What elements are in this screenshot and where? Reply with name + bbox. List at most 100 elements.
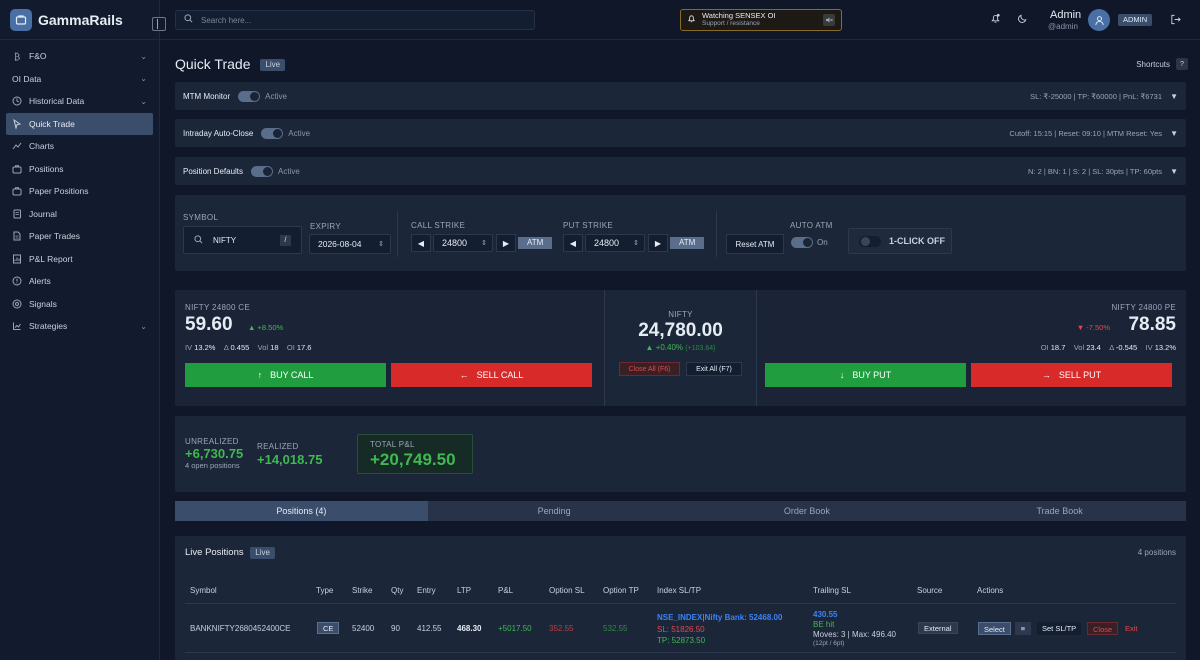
mute-icon[interactable] bbox=[823, 14, 835, 26]
shortcuts-button[interactable]: Shortcuts ? bbox=[1136, 58, 1188, 70]
sidebar-item-strategies[interactable]: Strategies ⌄ bbox=[0, 315, 159, 338]
sidebar-item-signals[interactable]: Signals bbox=[0, 293, 159, 316]
notification-bell-icon[interactable] bbox=[990, 13, 1002, 25]
sidebar-item-journal[interactable]: Journal bbox=[0, 203, 159, 226]
sidebar-item-label: Journal bbox=[29, 208, 57, 219]
expiry-select[interactable]: 2026-08-04 ⇕ bbox=[309, 234, 391, 254]
put-strike-input[interactable]: 24800 ⇕ bbox=[585, 234, 645, 252]
page-title: Quick Trade Live bbox=[175, 56, 286, 72]
row-symbol: BANKNIFTY2680452400CE bbox=[190, 624, 291, 633]
logo-icon bbox=[10, 8, 32, 31]
column-header[interactable]: Type bbox=[316, 586, 333, 595]
one-click-toggle-button[interactable]: 1-CLICK OFF bbox=[848, 228, 952, 254]
strategy-icon bbox=[12, 321, 22, 331]
auto-atm-toggle[interactable] bbox=[791, 237, 813, 248]
svg-text:₿: ₿ bbox=[14, 52, 20, 61]
tab-trade-book[interactable]: Trade Book bbox=[933, 501, 1186, 521]
sell-put-button[interactable]: → SELL PUT bbox=[971, 363, 1172, 387]
sidebar-item-pnl-report[interactable]: P&L Report bbox=[0, 248, 159, 271]
buy-put-button[interactable]: ↓ BUY PUT bbox=[765, 363, 966, 387]
moon-icon[interactable] bbox=[1017, 13, 1029, 25]
avatar[interactable] bbox=[1088, 9, 1110, 31]
briefcase-icon bbox=[12, 186, 22, 196]
logout-icon[interactable] bbox=[1170, 14, 1182, 26]
sidebar-item-label: Historical Data bbox=[29, 96, 85, 107]
sidebar-item-fno[interactable]: ₿ F&O ⌄ bbox=[0, 45, 159, 68]
sell-call-button[interactable]: ← SELL CALL bbox=[391, 363, 592, 387]
sidebar: GammaRails ₿ F&O ⌄ OI Data ⌄ Historical … bbox=[0, 0, 160, 660]
filter-icon[interactable]: ≡ bbox=[1015, 622, 1031, 635]
exit-all-button[interactable]: Exit All (F7) bbox=[686, 362, 742, 376]
expand-icon[interactable]: ▼ bbox=[1170, 129, 1178, 138]
column-header[interactable]: Strike bbox=[352, 586, 372, 595]
signal-icon bbox=[12, 299, 22, 309]
column-header[interactable]: Option TP bbox=[603, 586, 639, 595]
sidebar-toggle-icon[interactable] bbox=[152, 17, 166, 31]
updown-icon: ⇕ bbox=[633, 240, 639, 247]
column-header[interactable]: Source bbox=[917, 586, 942, 595]
column-header[interactable]: Qty bbox=[391, 586, 403, 595]
put-greeks: OI 18.7 Vol 23.4 Δ -0.545 IV 13.2% bbox=[1041, 343, 1176, 352]
set-sltp-button[interactable]: Set SL/TP bbox=[1037, 622, 1082, 635]
put-strike-increase-button[interactable]: ▶ bbox=[648, 234, 668, 252]
column-header[interactable]: P&L bbox=[498, 586, 513, 595]
exit-position-button[interactable]: Exit bbox=[1120, 622, 1143, 635]
mtm-monitor-strip[interactable]: MTM Monitor Active SL: ₹-25000 | TP: ₹60… bbox=[175, 82, 1186, 110]
arrow-left-icon: ← bbox=[459, 370, 469, 380]
close-position-button[interactable]: Close bbox=[1087, 622, 1119, 635]
position-defaults-toggle[interactable] bbox=[251, 165, 274, 177]
expand-icon[interactable]: ▼ bbox=[1170, 92, 1178, 101]
column-header[interactable]: Symbol bbox=[190, 586, 217, 595]
intraday-auto-close-strip[interactable]: Intraday Auto-Close Active Cutoff: 15:15… bbox=[175, 119, 1186, 147]
select-button[interactable]: Select bbox=[978, 622, 1011, 635]
sidebar-item-quick-trade[interactable]: Quick Trade bbox=[6, 112, 153, 135]
sell-put-label: SELL PUT bbox=[1058, 370, 1102, 380]
call-strike-increase-button[interactable]: ▶ bbox=[496, 234, 516, 252]
sidebar-item-paper-positions[interactable]: Paper Positions bbox=[0, 180, 159, 203]
expand-icon[interactable]: ▼ bbox=[1170, 167, 1178, 176]
sidebar-item-oi-data[interactable]: OI Data ⌄ bbox=[0, 68, 159, 91]
symbol-input[interactable]: NIFTY / bbox=[183, 226, 302, 254]
logo[interactable]: GammaRails bbox=[0, 0, 159, 40]
put-atm-button[interactable]: ATM bbox=[670, 237, 705, 249]
sidebar-item-historical-data[interactable]: Historical Data ⌄ bbox=[0, 90, 159, 113]
call-oi-label: OI bbox=[286, 343, 295, 352]
call-iv-label: IV bbox=[185, 343, 193, 352]
put-strike-label: PUT STRIKE bbox=[563, 221, 613, 230]
call-strike-decrease-button[interactable]: ◀ bbox=[411, 234, 431, 252]
put-change: ▼ -7.50% bbox=[1076, 323, 1110, 332]
mtm-monitor-toggle[interactable] bbox=[238, 90, 261, 102]
user-handle: @admin bbox=[1048, 22, 1078, 31]
call-change: ▲ +8.50% bbox=[248, 323, 284, 332]
column-header[interactable]: Option SL bbox=[549, 586, 585, 595]
tab-pending[interactable]: Pending bbox=[428, 501, 681, 521]
put-strike-decrease-button[interactable]: ◀ bbox=[563, 234, 583, 252]
buy-call-button[interactable]: ↑ BUY CALL bbox=[185, 363, 386, 387]
sidebar-item-paper-trades[interactable]: Paper Trades bbox=[0, 225, 159, 248]
call-atm-button[interactable]: ATM bbox=[518, 237, 553, 249]
column-header[interactable]: Actions bbox=[977, 586, 1003, 595]
column-header[interactable]: LTP bbox=[457, 586, 471, 595]
position-defaults-strip[interactable]: Position Defaults Active N: 2 | BN: 1 | … bbox=[175, 157, 1186, 185]
one-click-toggle bbox=[859, 235, 881, 247]
tab-positions[interactable]: Positions (4) bbox=[175, 501, 428, 521]
reset-atm-button[interactable]: Reset ATM bbox=[726, 234, 784, 254]
column-header[interactable]: Trailing SL bbox=[813, 586, 851, 595]
call-strike-input[interactable]: 24800 ⇕ bbox=[433, 234, 493, 252]
tab-order-book[interactable]: Order Book bbox=[681, 501, 934, 521]
column-header[interactable]: Index SL/TP bbox=[657, 586, 701, 595]
close-all-button[interactable]: Close All (F6) bbox=[619, 362, 680, 376]
put-delta-label: Δ bbox=[1109, 343, 1114, 352]
shortcuts-label: Shortcuts bbox=[1136, 59, 1170, 69]
search-icon bbox=[184, 14, 193, 26]
strip-label: Position Defaults bbox=[183, 166, 244, 176]
watch-notification[interactable]: Watching SENSEX OI Support / resistance bbox=[680, 9, 842, 31]
top-bar: Watching SENSEX OI Support / resistance … bbox=[152, 0, 1200, 40]
sidebar-item-alerts[interactable]: Alerts bbox=[0, 270, 159, 293]
sidebar-item-positions[interactable]: Positions bbox=[0, 158, 159, 181]
auto-close-toggle[interactable] bbox=[261, 127, 284, 139]
search-input[interactable] bbox=[201, 15, 501, 25]
sidebar-item-charts[interactable]: Charts bbox=[0, 135, 159, 158]
put-panel: NIFTY 24800 PE 78.85 ▼ -7.50% OI 18.7 Vo… bbox=[756, 290, 1186, 406]
column-header[interactable]: Entry bbox=[417, 586, 436, 595]
